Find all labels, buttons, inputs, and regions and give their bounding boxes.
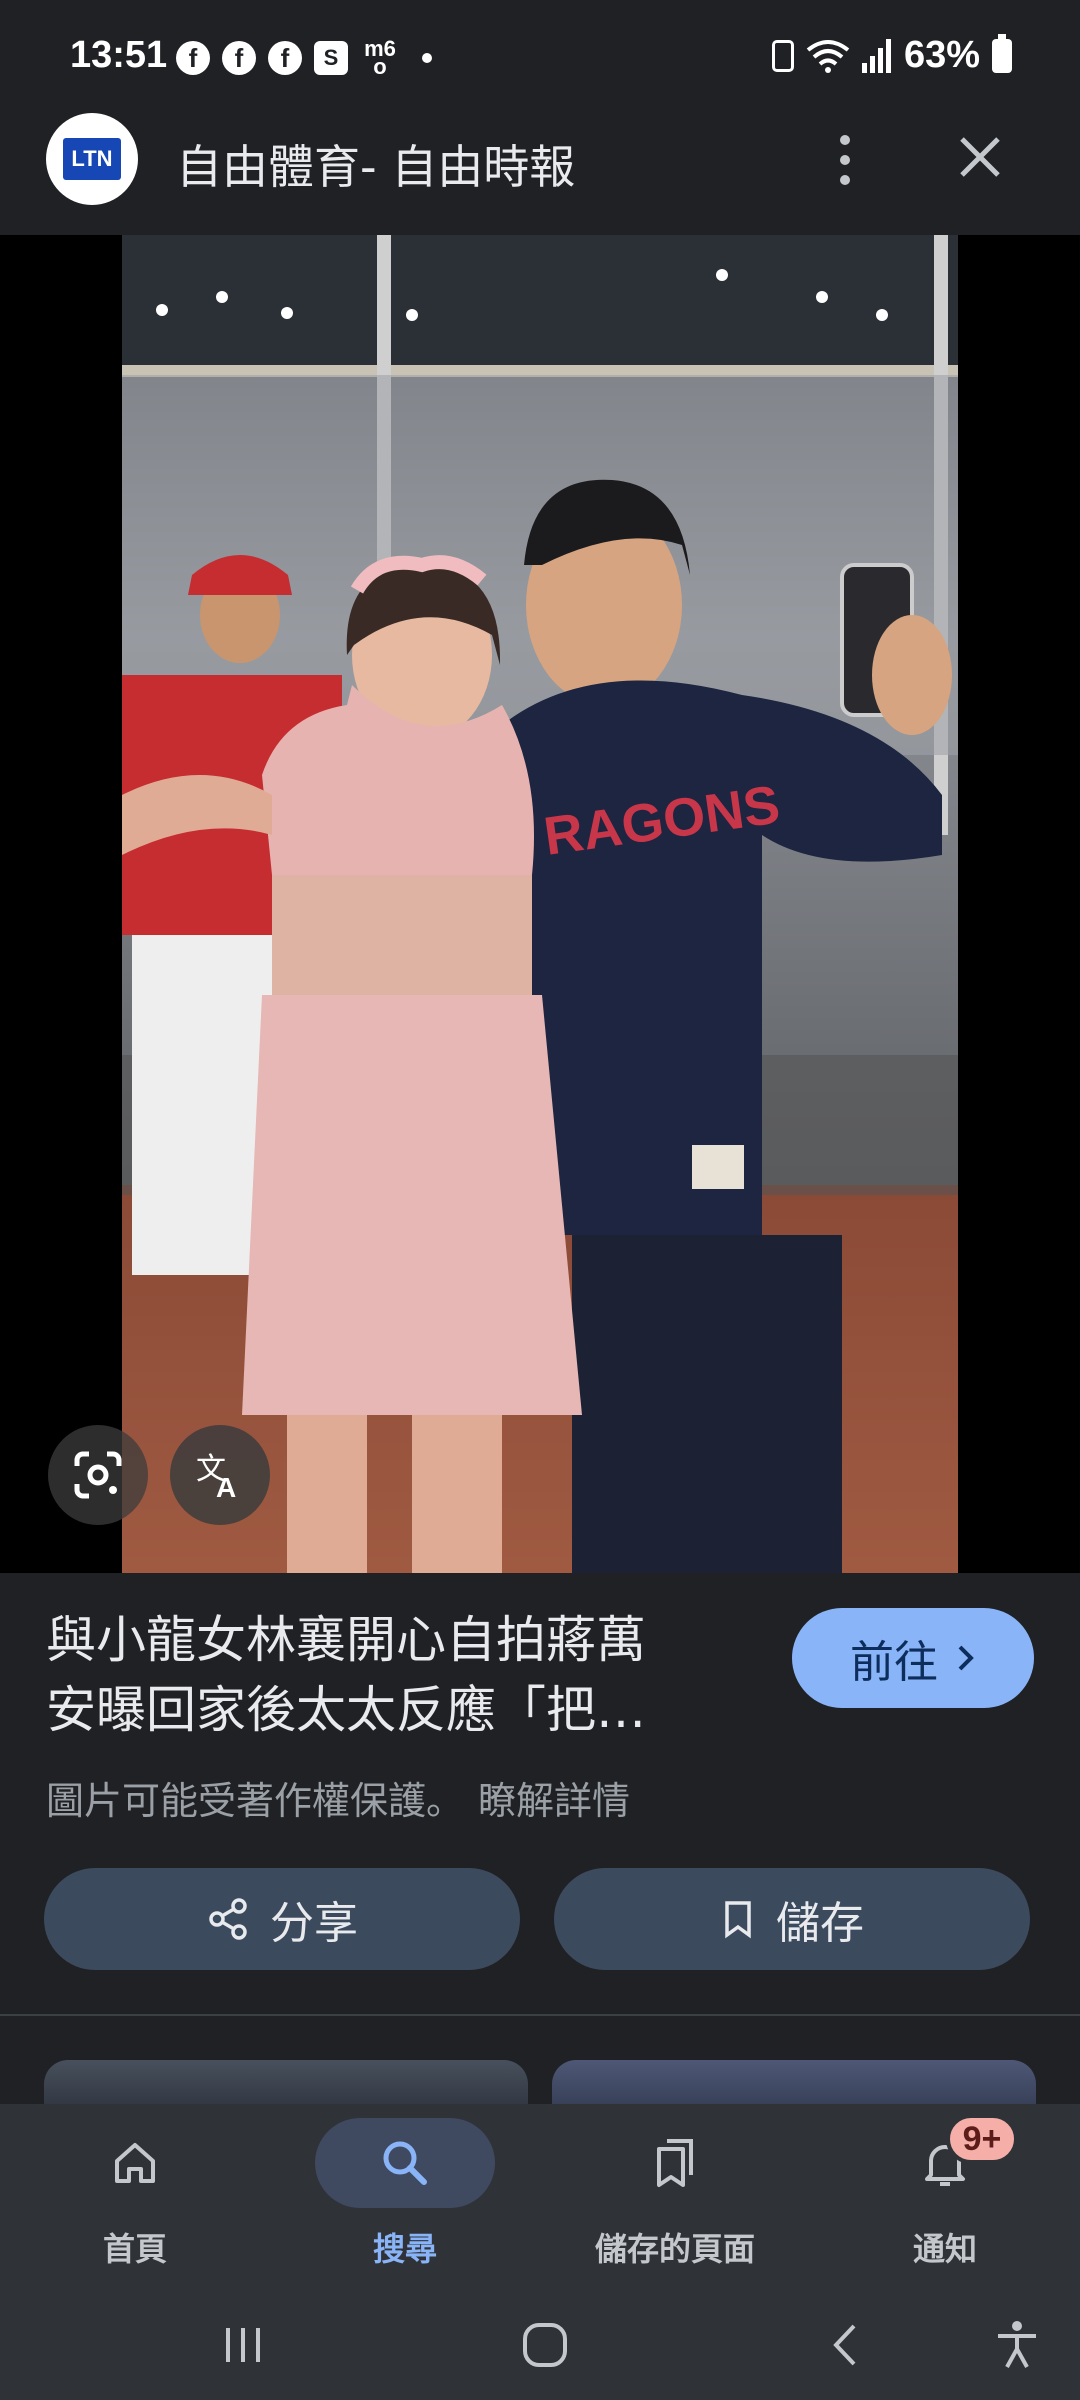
translate-button[interactable]: 文 A: [170, 1425, 270, 1525]
dot-icon: [840, 155, 850, 165]
shopping-icon: S: [314, 41, 348, 75]
result-title-line2: 安曝回家後太太反應「把…: [46, 1681, 646, 1739]
status-right: 63%: [771, 33, 1012, 77]
recent-apps-button[interactable]: [208, 2310, 278, 2380]
save-button[interactable]: 儲存: [554, 1868, 1030, 1970]
recent-apps-icon: [226, 2328, 260, 2362]
back-icon: [833, 2324, 856, 2366]
signal-icon: [861, 38, 891, 73]
back-button[interactable]: [812, 2310, 882, 2380]
site-logo-text: LTN: [63, 138, 121, 180]
notification-badge: 9+: [946, 2114, 1018, 2164]
site-logo[interactable]: LTN: [46, 113, 138, 205]
share-button[interactable]: 分享: [44, 1868, 520, 1970]
dot-icon: [840, 175, 850, 185]
learn-more-link[interactable]: 瞭解詳情: [478, 1779, 630, 1823]
result-photo[interactable]: RAGONS: [122, 235, 958, 1573]
mo-icon: m6 o: [364, 36, 396, 79]
system-navigation-bar: [0, 2290, 1080, 2400]
saved-pages-icon: [657, 2139, 693, 2187]
nav-saved-pages[interactable]: 儲存的頁面: [560, 2104, 790, 2290]
home-icon: [115, 2143, 155, 2183]
share-label: 分享: [270, 1898, 358, 1949]
nav-search[interactable]: 搜尋: [290, 2104, 520, 2290]
nav-notifications-label: 通知: [912, 2230, 977, 2268]
bottom-navigation: 首頁 搜尋 儲存的頁面 通知: [0, 2104, 1080, 2290]
wifi-icon: [806, 39, 850, 73]
facebook-icon: f: [176, 41, 210, 75]
nav-search-label: 搜尋: [372, 2230, 437, 2268]
dot-icon: [840, 135, 850, 145]
translate-icon: 文 A: [196, 1452, 236, 1501]
status-time: 13:51: [70, 34, 168, 76]
nav-home-label: 首頁: [102, 2230, 167, 2268]
svg-text:A: A: [216, 1472, 236, 1501]
more-notifications-dot: [422, 53, 432, 63]
visit-label: 前往: [850, 1637, 938, 1688]
close-icon[interactable]: [950, 127, 1010, 187]
nav-home[interactable]: 首頁: [20, 2104, 250, 2290]
copyright-text: 圖片可能受著作權保護。: [46, 1779, 465, 1823]
battery-percent: 63%: [903, 34, 980, 76]
share-icon: [209, 1898, 247, 1940]
battery-saver-icon: [771, 39, 794, 72]
google-lens-icon: [74, 1451, 122, 1499]
divider: [0, 2014, 1080, 2016]
nav-saved-label: 儲存的頁面: [594, 2230, 755, 2268]
copyright-notice: 圖片可能受著作權保護。 瞭解詳情: [46, 1770, 630, 1825]
facebook-icon: f: [268, 41, 302, 75]
battery-icon: [992, 33, 1012, 73]
accessibility-button[interactable]: [982, 2310, 1052, 2380]
save-label: 儲存: [776, 1898, 864, 1949]
home-button-icon: [523, 2323, 567, 2367]
accessibility-icon: [998, 2321, 1036, 2368]
more-options-button[interactable]: [820, 125, 870, 195]
nav-saved-icon-wrap: [585, 2118, 765, 2208]
visit-button[interactable]: 前往: [792, 1608, 1034, 1708]
nav-search-icon-wrap: [315, 2118, 495, 2208]
site-title[interactable]: 自由體育- 自由時報: [176, 131, 575, 197]
related-image-thumbnail[interactable]: [552, 2060, 1036, 2110]
lens-button[interactable]: [48, 1425, 148, 1525]
result-title[interactable]: 與小龍女林襄開心自拍蔣萬 安曝回家後太太反應「把…: [46, 1605, 726, 1745]
status-bar: 13:51 f f f S m6 o 63%: [0, 0, 1080, 95]
bookmark-icon: [725, 1901, 751, 1939]
facebook-icon: f: [222, 41, 256, 75]
nav-notifications[interactable]: 通知: [830, 2104, 1060, 2290]
viewer-header: LTN 自由體育- 自由時報: [0, 95, 1080, 235]
notification-icons: f f f S m6 o: [176, 36, 432, 79]
chevron-right-icon: [958, 1645, 974, 1671]
nav-home-icon-wrap: [45, 2118, 225, 2208]
related-image-thumbnail[interactable]: [44, 2060, 528, 2110]
image-viewer[interactable]: RAGONS: [0, 235, 1080, 1573]
home-button[interactable]: [510, 2310, 580, 2380]
search-icon: [383, 2141, 427, 2185]
result-title-line1: 與小龍女林襄開心自拍蔣萬: [46, 1611, 646, 1669]
